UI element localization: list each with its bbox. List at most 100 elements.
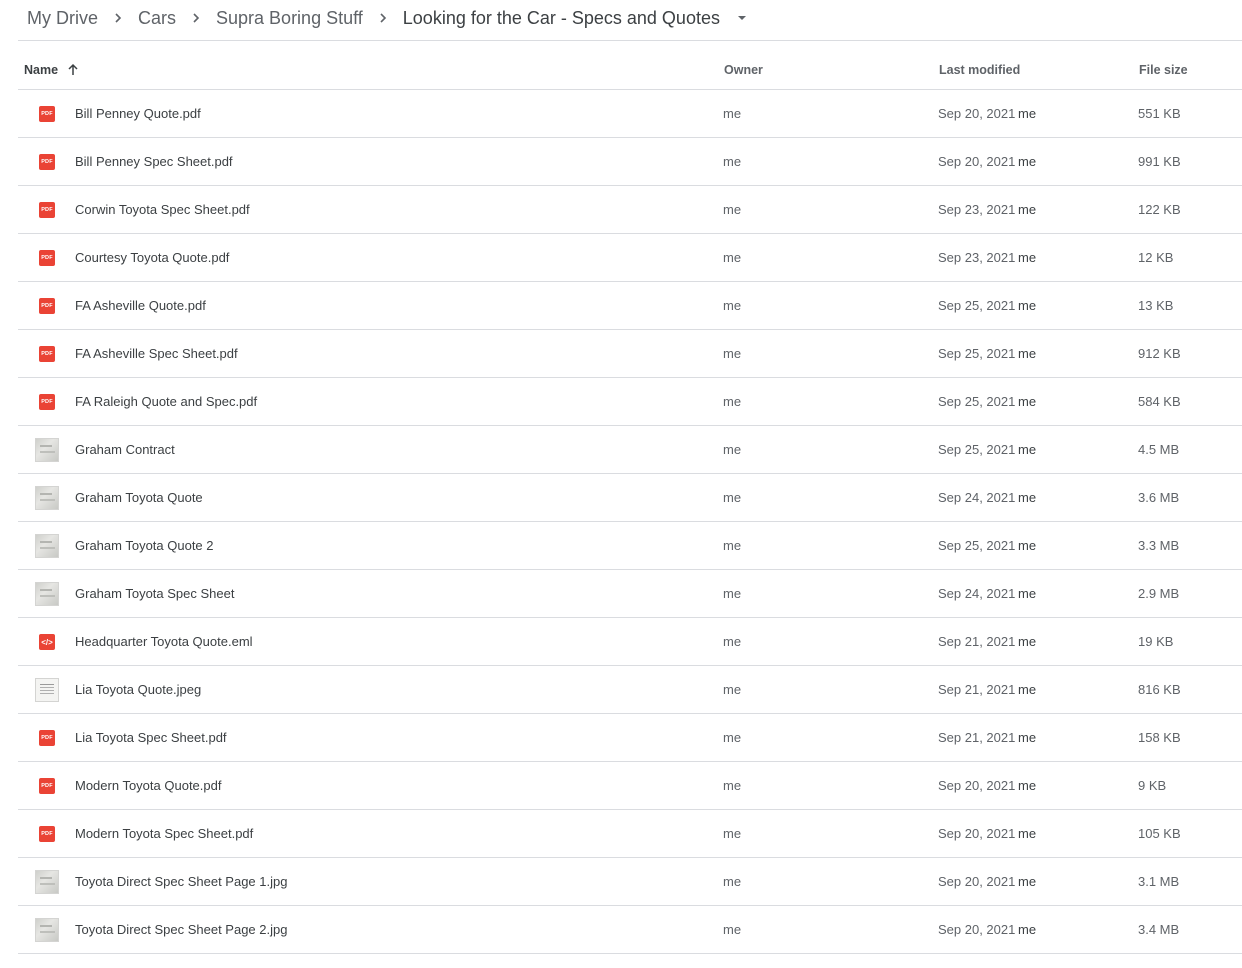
- file-modified-date: Sep 25, 2021: [938, 442, 1016, 457]
- pdf-file-icon: PDF: [39, 394, 55, 410]
- file-modified-date: Sep 24, 2021: [938, 586, 1016, 601]
- file-row[interactable]: PDF Courtesy Toyota Quote.pdf me Sep 23, 20…: [18, 234, 1242, 282]
- pdf-file-icon: PDF: [39, 106, 55, 122]
- file-size: 3.3 MB: [1138, 538, 1180, 553]
- file-size: 19 KB: [1138, 634, 1174, 649]
- file-size: 2.9 MB: [1138, 586, 1180, 601]
- file-name: FA Asheville Quote.pdf: [75, 298, 206, 313]
- file-name: Toyota Direct Spec Sheet Page 1.jpg: [75, 874, 288, 889]
- file-row[interactable]: Graham Toyota Spec Sheet me Sep 24, 2021 me…: [18, 570, 1242, 618]
- file-modified-date: Sep 20, 2021: [938, 778, 1016, 793]
- column-header-row: Name Owner Last modified File size: [18, 50, 1242, 90]
- file-modified-date: Sep 25, 2021: [938, 394, 1016, 409]
- file-modified-date: Sep 20, 2021: [938, 154, 1016, 169]
- file-row[interactable]: Lia Toyota Quote.jpeg me Sep 21, 2021 me 816…: [18, 666, 1242, 714]
- file-row[interactable]: PDF FA Asheville Quote.pdf me Sep 25, 2021 m…: [18, 282, 1242, 330]
- file-modified-by: me: [1018, 346, 1037, 361]
- file-row[interactable]: PDF FA Asheville Spec Sheet.pdf me Sep 25, …: [18, 330, 1242, 378]
- file-modified-by: me: [1018, 634, 1037, 649]
- file-row[interactable]: PDF Modern Toyota Spec Sheet.pdf me Sep 20,…: [18, 810, 1242, 858]
- file-modified-by: me: [1018, 202, 1037, 217]
- file-row[interactable]: PDF Lia Toyota Spec Sheet.pdf me Sep 21, 20…: [18, 714, 1242, 762]
- chevron-right-icon: [185, 7, 207, 29]
- file-size: 13 KB: [1138, 298, 1174, 313]
- file-name: Toyota Direct Spec Sheet Page 2.jpg: [75, 922, 288, 937]
- file-name: Lia Toyota Spec Sheet.pdf: [75, 730, 227, 745]
- file-name: FA Asheville Spec Sheet.pdf: [75, 346, 238, 361]
- column-header-last-modified[interactable]: Last modified: [939, 50, 1020, 89]
- breadcrumb-item-supra-boring-stuff[interactable]: Supra Boring Stuff: [207, 8, 372, 29]
- file-modified-by: me: [1018, 922, 1037, 937]
- column-header-owner[interactable]: Owner: [724, 50, 763, 89]
- pdf-file-icon: PDF: [39, 202, 55, 218]
- image-thumbnail-icon: [35, 918, 59, 942]
- file-modified-by: me: [1018, 394, 1037, 409]
- file-owner: me: [723, 586, 742, 601]
- chevron-right-icon: [372, 7, 394, 29]
- file-list: PDF Bill Penney Quote.pdf me Sep 20, 2021 me…: [18, 90, 1242, 954]
- breadcrumb-item-cars[interactable]: Cars: [129, 8, 185, 29]
- file-owner: me: [723, 778, 742, 793]
- file-owner: me: [723, 826, 742, 841]
- pdf-file-icon: PDF: [39, 778, 55, 794]
- file-row[interactable]: Graham Toyota Quote 2 me Sep 25, 2021 me 3.3…: [18, 522, 1242, 570]
- pdf-file-icon: PDF: [39, 346, 55, 362]
- file-owner: me: [723, 922, 742, 937]
- file-size: 3.6 MB: [1138, 490, 1180, 505]
- file-name: Bill Penney Spec Sheet.pdf: [75, 154, 233, 169]
- image-thumbnail-icon: [35, 582, 59, 606]
- column-header-file-size[interactable]: File size: [1139, 50, 1188, 89]
- file-modified-by: me: [1018, 442, 1037, 457]
- file-row[interactable]: PDF Bill Penney Spec Sheet.pdf me Sep 20, 2…: [18, 138, 1242, 186]
- breadcrumb-current-folder[interactable]: Looking for the Car - Specs and Quotes: [394, 8, 729, 29]
- file-size: 912 KB: [1138, 346, 1181, 361]
- image-thumbnail-icon: [35, 678, 59, 702]
- file-name: Graham Toyota Quote 2: [75, 538, 214, 553]
- pdf-file-icon: PDF: [39, 250, 55, 266]
- file-modified-by: me: [1018, 778, 1037, 793]
- file-modified-by: me: [1018, 538, 1037, 553]
- pdf-file-icon: PDF: [39, 298, 55, 314]
- file-modified-date: Sep 25, 2021: [938, 538, 1016, 553]
- breadcrumb-item-my-drive[interactable]: My Drive: [18, 8, 107, 29]
- file-modified-by: me: [1018, 106, 1037, 121]
- file-row[interactable]: PDF Corwin Toyota Spec Sheet.pdf me Sep 23,…: [18, 186, 1242, 234]
- file-name: Lia Toyota Quote.jpeg: [75, 682, 202, 697]
- file-row[interactable]: PDF Bill Penney Quote.pdf me Sep 20, 2021 me…: [18, 90, 1242, 138]
- file-modified-date: Sep 20, 2021: [938, 922, 1016, 937]
- column-header-name[interactable]: Name: [24, 50, 80, 89]
- file-name: Modern Toyota Quote.pdf: [75, 778, 222, 793]
- file-owner: me: [723, 634, 742, 649]
- file-owner: me: [723, 346, 742, 361]
- file-modified-by: me: [1018, 730, 1037, 745]
- file-name: Graham Toyota Spec Sheet: [75, 586, 235, 601]
- file-row[interactable]: Toyota Direct Spec Sheet Page 2.jpg me Sep…: [18, 906, 1242, 954]
- dropdown-arrow-icon[interactable]: [731, 7, 753, 29]
- file-modified-by: me: [1018, 826, 1037, 841]
- file-modified-by: me: [1018, 874, 1037, 889]
- file-row[interactable]: Toyota Direct Spec Sheet Page 1.jpg me Sep…: [18, 858, 1242, 906]
- file-name: Courtesy Toyota Quote.pdf: [75, 250, 230, 265]
- file-row[interactable]: PDF Modern Toyota Quote.pdf me Sep 20, 2021…: [18, 762, 1242, 810]
- chevron-right-icon: [107, 7, 129, 29]
- file-owner: me: [723, 298, 742, 313]
- file-name: Graham Contract: [75, 442, 175, 457]
- file-row[interactable]: </> Headquarter Toyota Quote.eml me Sep 21,…: [18, 618, 1242, 666]
- file-size: 158 KB: [1138, 730, 1181, 745]
- file-modified-by: me: [1018, 250, 1037, 265]
- image-thumbnail-icon: [35, 870, 59, 894]
- file-row[interactable]: Graham Contract me Sep 25, 2021 me 4.5 MB: [18, 426, 1242, 474]
- divider: [18, 40, 1242, 41]
- file-size: 122 KB: [1138, 202, 1181, 217]
- file-size: 816 KB: [1138, 682, 1181, 697]
- file-modified-date: Sep 25, 2021: [938, 298, 1016, 313]
- file-modified-by: me: [1018, 298, 1037, 313]
- file-name: Headquarter Toyota Quote.eml: [75, 634, 253, 649]
- pdf-file-icon: PDF: [39, 826, 55, 842]
- file-modified-date: Sep 24, 2021: [938, 490, 1016, 505]
- file-row[interactable]: PDF FA Raleigh Quote and Spec.pdf me Sep 25…: [18, 378, 1242, 426]
- arrow-up-icon[interactable]: [66, 63, 80, 77]
- file-owner: me: [723, 202, 742, 217]
- image-thumbnail-icon: [35, 486, 59, 510]
- file-row[interactable]: Graham Toyota Quote me Sep 24, 2021 me 3.6 M…: [18, 474, 1242, 522]
